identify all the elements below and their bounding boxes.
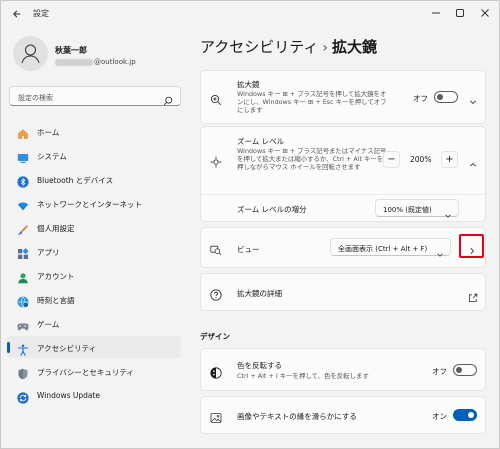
sidebar-item-accessibility[interactable]: アクセシビリティ	[7, 336, 181, 358]
chevron-down-icon[interactable]	[468, 92, 478, 105]
section-design: デザイン	[200, 332, 230, 341]
maximize-icon[interactable]	[452, 5, 468, 21]
chevron-right-icon	[467, 241, 477, 255]
minimize-icon[interactable]	[428, 5, 444, 21]
shield-icon	[17, 365, 29, 380]
help-icon	[210, 286, 222, 301]
magnifier-description: Windows キー ⊞ + プラス記号を押して拡大鏡をオンにし、Windows…	[237, 90, 387, 114]
invert-colors-title: 色を反転する	[237, 361, 282, 370]
globe-clock-icon	[17, 293, 29, 308]
magnifier-icon	[210, 91, 222, 106]
sidebar-item-gaming[interactable]: ゲーム	[7, 312, 181, 334]
zoom-increase-button[interactable]: +	[441, 151, 458, 168]
search-icon[interactable]	[163, 91, 173, 106]
magnifier-state-label: オフ	[413, 94, 428, 103]
sidebar-item-personalization[interactable]: 個人用設定	[7, 216, 181, 238]
active-indicator	[7, 342, 10, 353]
settings-window: 設定 秋葉一郎 @outlook.jp 設定の検索 ホーム システム Bluet…	[0, 0, 500, 449]
zoom-level-title: ズーム レベル	[237, 137, 285, 146]
zoom-level-value: 200%	[410, 155, 432, 164]
magnifier-toggle[interactable]	[434, 91, 458, 103]
monitor-icon	[17, 149, 29, 163]
external-link-icon	[468, 288, 478, 302]
sidebar-item-time-language[interactable]: 時刻と言語	[7, 288, 181, 310]
profile-email: @outlook.jp	[55, 58, 136, 66]
email-domain: @outlook.jp	[94, 58, 136, 66]
sidebar-item-system[interactable]: システム	[7, 144, 181, 166]
chevron-up-icon[interactable]	[468, 155, 478, 167]
search-placeholder: 設定の検索	[18, 94, 53, 102]
app-title: 設定	[33, 9, 49, 18]
magnifier-details-card[interactable]: 拡大鏡の詳細	[200, 273, 486, 311]
back-arrow-icon[interactable]	[9, 6, 25, 22]
smooth-edges-card: 画像やテキストの縁を滑らかにする オン	[200, 396, 486, 434]
sidebar-item-apps[interactable]: アプリ	[7, 240, 181, 262]
divider	[201, 194, 485, 195]
sidebar-item-windows-update[interactable]: Windows Update	[7, 384, 181, 406]
zoom-increment-label: ズーム レベルの増分	[237, 205, 307, 214]
toggle-knob	[468, 412, 474, 418]
zoom-increment-value: 100% (既定値)	[383, 206, 432, 214]
magnifier-title: 拡大鏡	[237, 80, 260, 89]
bluetooth-icon	[17, 173, 29, 188]
email-redacted	[55, 58, 93, 66]
invert-colors-icon	[210, 364, 222, 379]
smooth-edges-toggle[interactable]	[453, 409, 477, 421]
magnifier-details-label: 拡大鏡の詳細	[237, 289, 282, 298]
image-icon	[210, 409, 222, 423]
toggle-knob	[437, 94, 443, 100]
invert-colors-toggle[interactable]	[453, 364, 477, 376]
view-dropdown[interactable]: 全画面表示 (Ctrl + Alt + F)	[330, 238, 451, 257]
apps-icon	[17, 245, 29, 259]
sidebar-item-privacy-security[interactable]: プライバシーとセキュリティ	[7, 360, 181, 382]
invert-colors-state-label: オフ	[432, 367, 447, 376]
magnifier-card: 拡大鏡 Windows キー ⊞ + プラス記号を押して拡大鏡をオンにし、Win…	[200, 70, 486, 124]
avatar[interactable]	[13, 36, 48, 71]
view-card: ビュー 全画面表示 (Ctrl + Alt + F)	[200, 227, 486, 268]
close-icon[interactable]	[477, 5, 493, 21]
page-title: 拡大鏡	[331, 38, 377, 56]
breadcrumb-parent[interactable]: アクセシビリティ	[200, 38, 318, 56]
profile-name: 秋葉一郎	[55, 46, 87, 55]
brush-icon	[17, 221, 29, 235]
chevron-down-icon	[444, 205, 452, 218]
zoom-decrease-button[interactable]: −	[383, 151, 400, 168]
zoom-increment-dropdown[interactable]: 100% (既定値)	[375, 199, 459, 218]
smooth-edges-state-label: オン	[432, 412, 447, 421]
invert-colors-card: 色を反転する Ctrl + Alt + I キーを押して、色を反転します オフ	[200, 348, 486, 391]
person-icon	[17, 269, 29, 284]
zoom-move-icon	[210, 153, 222, 168]
chevron-down-icon	[436, 244, 444, 257]
wifi-icon	[17, 197, 29, 211]
accessibility-icon	[17, 341, 29, 356]
view-value: 全画面表示 (Ctrl + Alt + F)	[338, 245, 428, 253]
invert-colors-description: Ctrl + Alt + I キーを押して、色を反転します	[237, 372, 369, 380]
zoom-level-description: Windows キー ⊞ + プラス記号またはマイナス記号を押して拡大または縮小…	[237, 147, 387, 171]
breadcrumb-separator: ›	[322, 40, 328, 56]
zoom-level-card: ズーム レベル Windows キー ⊞ + プラス記号またはマイナス記号を押し…	[200, 126, 486, 222]
sidebar-item-home[interactable]: ホーム	[7, 120, 181, 142]
sidebar-item-network[interactable]: ネットワークとインターネット	[7, 192, 181, 214]
view-mode-icon	[210, 241, 222, 256]
update-icon	[17, 389, 29, 404]
title-bar: 設定	[1, 1, 499, 27]
view-label: ビュー	[237, 245, 260, 254]
sidebar-item-accounts[interactable]: アカウント	[7, 264, 181, 286]
sidebar-item-bluetooth[interactable]: Bluetooth とデバイス	[7, 168, 181, 190]
search-input[interactable]: 設定の検索	[9, 86, 181, 106]
home-icon	[17, 125, 29, 139]
breadcrumb: アクセシビリティ › 拡大鏡	[200, 36, 377, 57]
toggle-knob	[456, 367, 462, 373]
smooth-edges-title: 画像やテキストの縁を滑らかにする	[237, 412, 357, 421]
view-expand-button[interactable]	[459, 234, 484, 258]
gamepad-icon	[17, 317, 29, 331]
